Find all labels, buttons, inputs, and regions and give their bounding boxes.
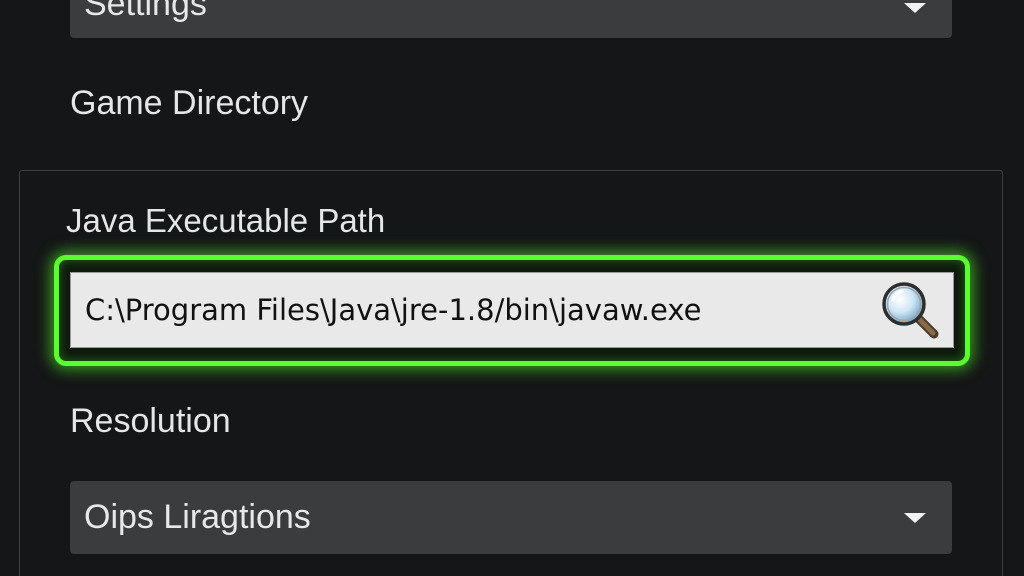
browse-button[interactable] (875, 275, 945, 345)
resolution-dropdown-value: Oips Liragtions (84, 498, 311, 536)
chevron-down-icon (904, 512, 926, 523)
resolution-label: Resolution (70, 402, 231, 440)
java-path-field[interactable] (70, 272, 954, 348)
settings-dropdown-value: Settings (84, 0, 207, 23)
settings-dropdown[interactable]: Settings (70, 0, 952, 38)
java-path-input[interactable] (85, 280, 875, 340)
game-directory-label: Game Directory (70, 84, 309, 122)
chevron-down-icon (904, 3, 926, 13)
settings-screen: Settings Game Directory Java Executable … (0, 0, 1024, 576)
java-executable-path-label: Java Executable Path (66, 202, 386, 239)
magnifier-icon (882, 282, 939, 339)
resolution-dropdown[interactable]: Oips Liragtions (70, 481, 952, 554)
